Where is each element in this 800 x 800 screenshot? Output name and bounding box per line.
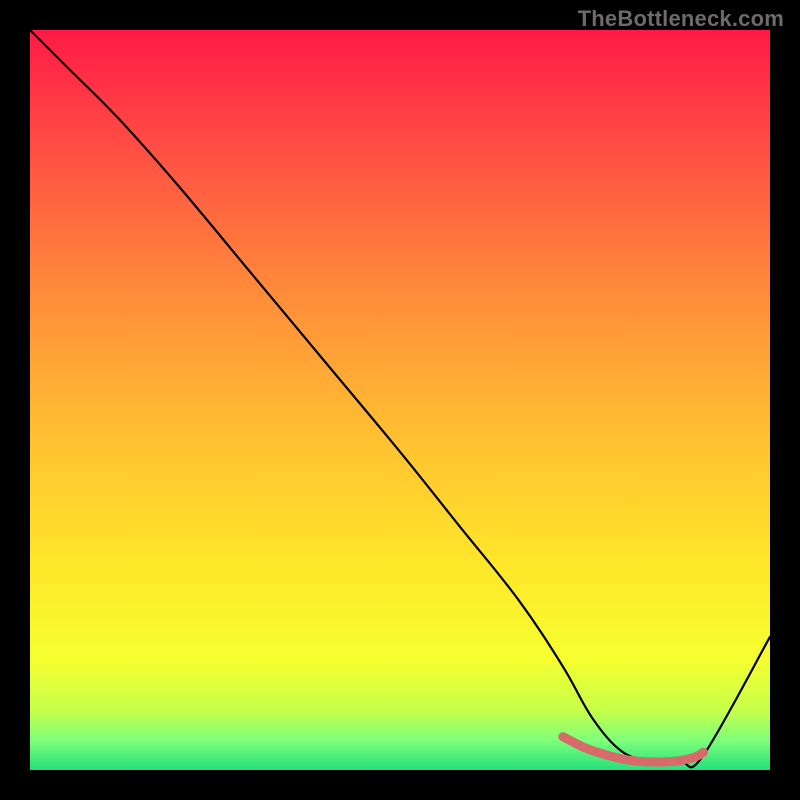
bottleneck-chart [0,0,800,800]
chart-frame: { "watermark": "TheBottleneck.com", "cha… [0,0,800,800]
plot-background [30,30,770,770]
